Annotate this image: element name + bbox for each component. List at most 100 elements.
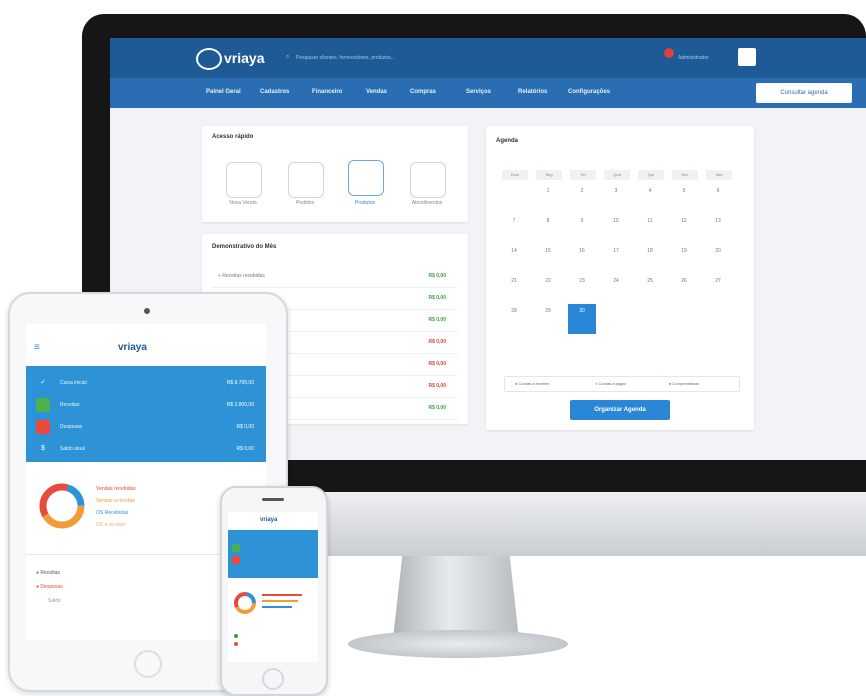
calendar-day[interactable]: 4	[636, 184, 664, 214]
calendar-day[interactable]: 28	[500, 304, 528, 334]
calendar-day[interactable]: 3	[602, 184, 630, 214]
new-sale-icon[interactable]	[226, 162, 262, 198]
menu-icon[interactable]: ≡	[34, 342, 40, 353]
calendar-day	[670, 304, 698, 334]
monitor-chin	[262, 492, 866, 556]
support-icon[interactable]	[410, 162, 446, 198]
legend-item: Vendas recebidas	[96, 486, 136, 492]
tablet-camera	[144, 308, 150, 314]
summary-value: R$ 8.700,00	[226, 380, 254, 386]
balance-row: Saldo	[48, 598, 61, 604]
calendar-day[interactable]: 18	[636, 244, 664, 274]
nav-relatorios[interactable]: Relatórios	[518, 89, 547, 95]
summary-row: $ Saldo atual R$ 0,00	[26, 438, 266, 460]
calendar-day[interactable]: 27	[704, 274, 732, 304]
calendar-day[interactable]: 24	[602, 274, 630, 304]
calendar-day[interactable]: 15	[534, 244, 562, 274]
down-arrow-icon	[36, 420, 50, 434]
nav-cadastros[interactable]: Cadastros	[260, 89, 289, 95]
legend-line	[262, 606, 292, 608]
notification-badge[interactable]	[664, 48, 674, 58]
top-bar: vriaya ⌕ Pesquisar clientes, fornecedore…	[110, 38, 866, 78]
summary-panel: ✓ Caixa inicial R$ 8.700,00 Receitas R$ 3.80…	[26, 366, 266, 462]
orders-icon[interactable]	[288, 162, 324, 198]
calendar-day[interactable]: 6	[704, 184, 732, 214]
search-icon[interactable]: ⌕	[286, 54, 289, 61]
calendar-day-today[interactable]: 30	[568, 304, 596, 334]
calendar-day[interactable]: 13	[704, 214, 732, 244]
calendar-day[interactable]: 12	[670, 214, 698, 244]
row-value: R$ 0,00	[428, 273, 446, 279]
summary-row: ✓ Caixa inicial R$ 8.700,00	[26, 372, 266, 394]
legend-line	[262, 594, 302, 596]
row-value: R$ 0,00	[428, 361, 446, 367]
organize-agenda-button[interactable]: Organizar Agenda	[570, 400, 670, 420]
calendar-week: 28 29 30	[500, 304, 744, 334]
nav-configuracoes[interactable]: Configurações	[568, 89, 610, 95]
calendar-day[interactable]: 25	[636, 274, 664, 304]
calendar-day[interactable]: 22	[534, 274, 562, 304]
avatar[interactable]	[738, 48, 756, 66]
row-label: + Receitas recebidas	[218, 273, 265, 279]
calendar-day	[602, 304, 630, 334]
calendar-day[interactable]: 14	[500, 244, 528, 274]
brand-name: vriaya	[224, 50, 265, 66]
weekday-header: Ter	[570, 170, 596, 180]
nav-servicos[interactable]: Serviços	[466, 89, 491, 95]
calendar-day[interactable]: 10	[602, 214, 630, 244]
legend-item: Vendas a receber	[96, 498, 136, 504]
summary-label: Despesas	[60, 424, 83, 430]
demonstrative-title: Demonstrativo do Mês	[212, 244, 277, 250]
summary-row: Despesas R$ 0,00	[26, 416, 266, 438]
products-icon[interactable]	[348, 160, 384, 196]
phone-home-button[interactable]	[262, 668, 284, 690]
expense-row: ● Despesas	[36, 584, 63, 590]
summary-row: Receitas R$ 3.800,00	[26, 394, 266, 416]
user-name[interactable]: Administrador	[678, 55, 709, 61]
calendar-day[interactable]: 23	[568, 274, 596, 304]
agenda-legend: ● Contas a receber ● Contas a pagar ● Co…	[504, 376, 740, 392]
check-icon: ✓	[40, 379, 46, 386]
legend-item: OS Recebidas	[96, 510, 129, 516]
weekday-header: Sex	[672, 170, 698, 180]
quick-access-card: Acesso rápido Nova Venda Pedidos Produto…	[202, 126, 468, 222]
calendar-day[interactable]: 11	[636, 214, 664, 244]
agenda-button[interactable]: Consultar agenda	[756, 83, 852, 103]
calendar-day[interactable]: 29	[534, 304, 562, 334]
search-input[interactable]: Pesquisar clientes, fornecedores, produt…	[296, 55, 476, 61]
calendar-day[interactable]: 2	[568, 184, 596, 214]
calendar-day[interactable]: 21	[500, 274, 528, 304]
summary-value: R$ 3.800,00	[226, 402, 254, 408]
quick-access-title: Acesso rápido	[212, 134, 254, 140]
legend-payable: ● Contas a pagar	[595, 381, 626, 386]
calendar-day[interactable]: 20	[704, 244, 732, 274]
calendar-day[interactable]: 1	[534, 184, 562, 214]
calendar-day[interactable]: 26	[670, 274, 698, 304]
brand-name: vriaya	[260, 517, 278, 523]
nav-painel[interactable]: Painel Geral	[206, 89, 241, 95]
calendar-day[interactable]: 19	[670, 244, 698, 274]
calendar-week: 14 15 16 17 18 19 20	[500, 244, 744, 274]
nav-compras[interactable]: Compras	[410, 89, 436, 95]
calendar-day[interactable]: 5	[670, 184, 698, 214]
nav-financeiro[interactable]: Financeiro	[312, 89, 342, 95]
calendar-week: 123456	[500, 184, 744, 214]
quick-access-label: Atendimentos	[411, 200, 443, 206]
calendar-day[interactable]: 9	[568, 214, 596, 244]
summary-value: R$ 0,00	[236, 424, 254, 430]
calendar-day[interactable]: 7	[500, 214, 528, 244]
summary-value: R$ 0,00	[236, 446, 254, 452]
legend-line	[262, 600, 298, 602]
weekday-header: Dom	[502, 170, 528, 180]
calendar-day[interactable]: 8	[534, 214, 562, 244]
up-arrow-icon	[36, 398, 50, 412]
tablet-home-button[interactable]	[134, 650, 162, 678]
legend-item: OS a receber	[96, 522, 126, 528]
expense-dot	[234, 642, 238, 646]
nav-vendas[interactable]: Vendas	[366, 89, 387, 95]
phone-screen: vriaya	[228, 512, 318, 662]
calendar-day	[704, 304, 732, 334]
calendar-day[interactable]: 17	[602, 244, 630, 274]
logo-icon	[196, 48, 222, 70]
calendar-day[interactable]: 16	[568, 244, 596, 274]
